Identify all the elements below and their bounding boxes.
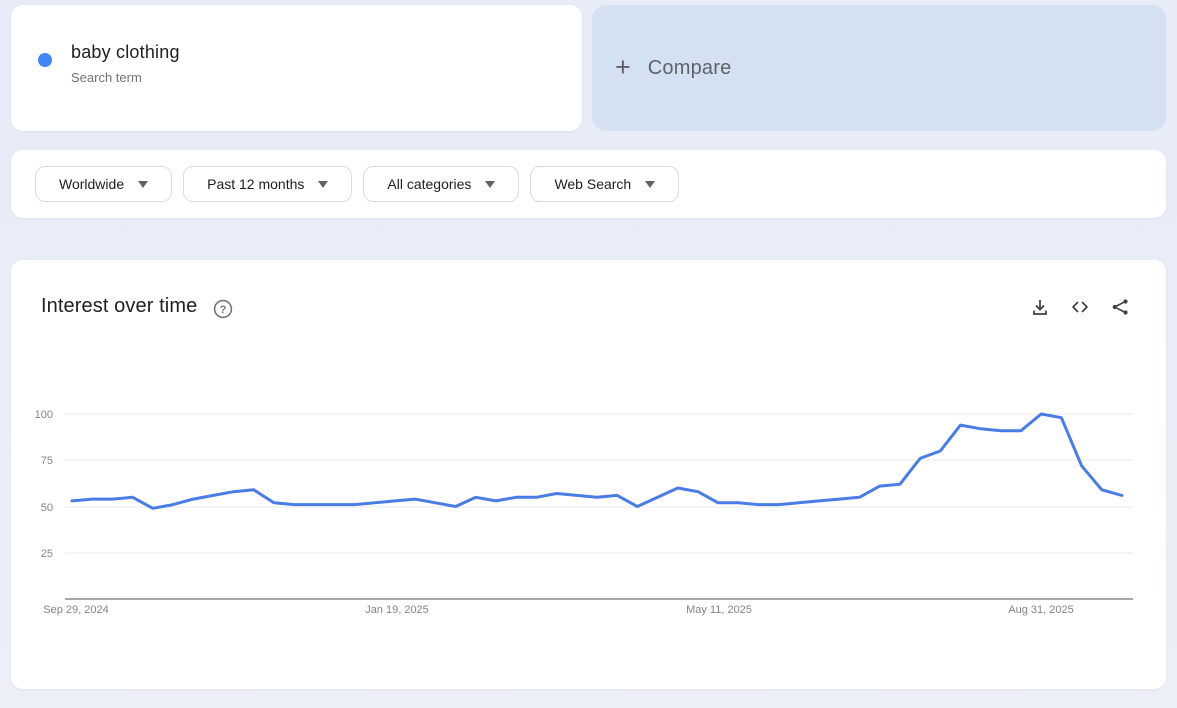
download-button[interactable]: [1030, 297, 1050, 317]
y-tick-label: 50: [41, 502, 53, 514]
dropdown-arrow-icon: [318, 181, 329, 188]
dropdown-arrow-icon: [485, 181, 496, 188]
x-tick-label: Aug 31, 2025: [1008, 604, 1073, 616]
search-term-type-label: Search term: [71, 69, 142, 85]
filter-time-label: Past 12 months: [207, 176, 305, 192]
filter-time-dropdown[interactable]: Past 12 months: [183, 166, 353, 202]
y-tick-label: 25: [41, 548, 53, 560]
x-tick-label: May 11, 2025: [686, 604, 752, 616]
filter-category-dropdown[interactable]: All categories: [363, 166, 520, 202]
download-icon: [1033, 300, 1047, 315]
filter-region-label: Worldwide: [59, 176, 125, 192]
help-icon: ?: [213, 299, 233, 319]
x-tick-label: Jan 19, 2025: [365, 604, 429, 616]
embed-code-icon: [1072, 301, 1088, 313]
search-terms-row: baby clothing Search term + Compare: [11, 5, 1166, 131]
share-icon: [1112, 299, 1128, 315]
filter-region-dropdown[interactable]: Worldwide: [35, 166, 173, 202]
series-color-dot-icon: [38, 53, 52, 67]
search-term-title: baby clothing: [71, 41, 180, 62]
compare-label: Compare: [647, 56, 732, 79]
y-tick-label: 100: [35, 409, 53, 421]
filter-search-type-label: Web Search: [554, 176, 632, 192]
trend-line-series: [70, 412, 1124, 510]
chart-title: Interest over time: [41, 295, 198, 317]
share-button[interactable]: [1110, 297, 1130, 317]
x-tick-label: Sep 29, 2024: [43, 604, 108, 616]
filters-bar: Worldwide Past 12 months All categories …: [11, 150, 1166, 218]
filter-search-type-dropdown[interactable]: Web Search: [530, 166, 680, 202]
interest-over-time-chart[interactable]: 100 75 50 25 Sep 29, 2024 Jan 19, 2025 M…: [11, 390, 1164, 625]
plus-icon: +: [615, 51, 631, 82]
term-texts: baby clothing Search term: [71, 42, 180, 85]
dropdown-arrow-icon: [138, 181, 149, 188]
google-trends-explore-page: baby clothing Search term + Compare Worl…: [0, 0, 1177, 689]
chart-actions: [1030, 297, 1130, 317]
embed-code-button[interactable]: [1070, 297, 1090, 317]
y-tick-label: 75: [41, 455, 53, 467]
svg-text:?: ?: [220, 304, 227, 316]
interest-over-time-card: Interest over time ? 100 75 50 25 Sep 29…: [11, 260, 1166, 689]
dropdown-arrow-icon: [645, 181, 656, 188]
search-term-card[interactable]: baby clothing Search term: [11, 5, 582, 131]
compare-add-button[interactable]: + Compare: [592, 5, 1166, 131]
help-button[interactable]: ?: [213, 299, 233, 319]
filter-category-label: All categories: [387, 176, 472, 192]
